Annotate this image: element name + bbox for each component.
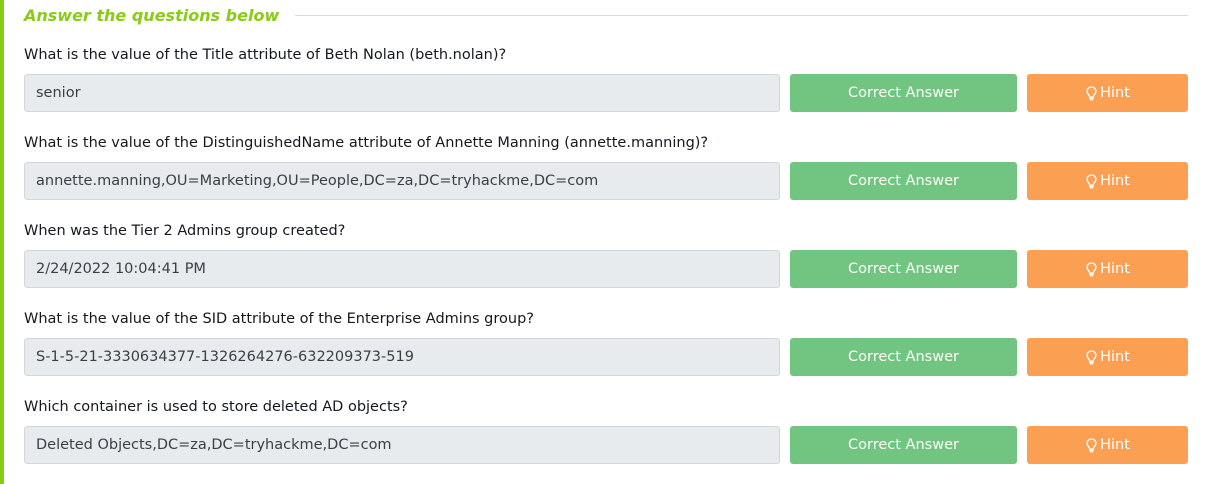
correct-answer-button[interactable]: Correct Answer — [790, 338, 1017, 376]
question-item: Which container is used to store deleted… — [24, 397, 1188, 464]
hint-label: Hint — [1100, 261, 1130, 277]
question-item: What is the value of the SID attribute o… — [24, 309, 1188, 376]
section-divider — [295, 14, 1188, 16]
lightbulb-icon — [1085, 349, 1097, 365]
answer-field[interactable]: S-1-5-21-3330634377-1326264276-632209373… — [24, 338, 780, 376]
correct-answer-button[interactable]: Correct Answer — [790, 74, 1017, 112]
section-header: Answer the questions below — [24, 4, 1188, 26]
question-text: What is the value of the Title attribute… — [24, 47, 507, 63]
hint-label: Hint — [1100, 173, 1130, 189]
lightbulb-icon — [1085, 173, 1097, 189]
lightbulb-icon — [1085, 261, 1097, 277]
questions-panel: Answer the questions below What is the v… — [0, 0, 1206, 484]
correct-answer-button[interactable]: Correct Answer — [790, 162, 1017, 200]
answer-row: annette.manning,OU=Marketing,OU=People,D… — [24, 162, 1188, 200]
question-item: What is the value of the DistinguishedNa… — [24, 133, 1188, 200]
lightbulb-icon — [1085, 85, 1097, 101]
question-item: When was the Tier 2 Admins group created… — [24, 221, 1188, 288]
answer-row: Deleted Objects,DC=za,DC=tryhackme,DC=co… — [24, 426, 1188, 464]
correct-answer-button[interactable]: Correct Answer — [790, 250, 1017, 288]
hint-button[interactable]: Hint — [1027, 250, 1188, 288]
hint-button[interactable]: Hint — [1027, 426, 1188, 464]
answer-field[interactable]: annette.manning,OU=Marketing,OU=People,D… — [24, 162, 780, 200]
question-text: When was the Tier 2 Admins group created… — [24, 223, 346, 239]
answer-field[interactable]: 2/24/2022 10:04:41 PM — [24, 250, 780, 288]
section-title: Answer the questions below — [24, 5, 280, 25]
lightbulb-icon — [1085, 437, 1097, 453]
correct-answer-button[interactable]: Correct Answer — [790, 426, 1017, 464]
answer-row: S-1-5-21-3330634377-1326264276-632209373… — [24, 338, 1188, 376]
answer-field[interactable]: Deleted Objects,DC=za,DC=tryhackme,DC=co… — [24, 426, 780, 464]
hint-label: Hint — [1100, 85, 1130, 101]
hint-button[interactable]: Hint — [1027, 74, 1188, 112]
question-item: What is the value of the Title attribute… — [24, 45, 1188, 112]
hint-button[interactable]: Hint — [1027, 162, 1188, 200]
hint-label: Hint — [1100, 349, 1130, 365]
question-text: What is the value of the SID attribute o… — [24, 311, 534, 327]
hint-button[interactable]: Hint — [1027, 338, 1188, 376]
question-text: What is the value of the DistinguishedNa… — [24, 135, 709, 151]
question-text: Which container is used to store deleted… — [24, 399, 408, 415]
hint-label: Hint — [1100, 437, 1130, 453]
answer-row: 2/24/2022 10:04:41 PM Correct Answer Hin… — [24, 250, 1188, 288]
answer-field[interactable]: senior — [24, 74, 780, 112]
answer-row: senior Correct Answer Hint — [24, 74, 1188, 112]
